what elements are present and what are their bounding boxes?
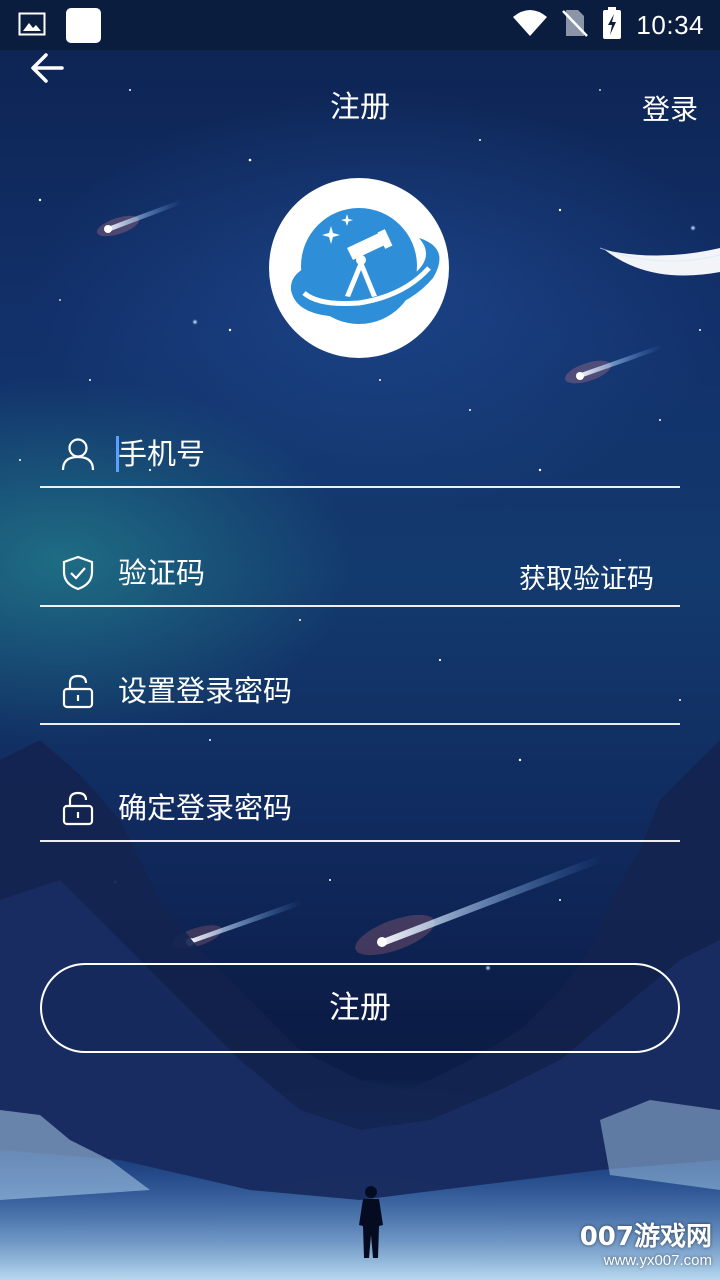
get-code-button[interactable]: 获取验证码 [519, 557, 654, 596]
wifi-icon [512, 9, 548, 41]
no-sim-icon [562, 8, 589, 42]
watermark: 007游戏网 www.yx007.com [580, 1222, 712, 1270]
battery-charging-icon [602, 7, 622, 43]
confirm-password-field[interactable] [40, 772, 680, 842]
password-input[interactable] [118, 665, 538, 717]
watermark-brand: 007游戏网 [579, 1222, 712, 1252]
watermark-url: www.yx007.com [603, 1252, 712, 1269]
page-title: 注册 [330, 90, 390, 125]
lock-icon [60, 673, 96, 709]
verification-code-field[interactable]: 获取验证码 [40, 537, 680, 607]
app-logo [269, 178, 449, 358]
clock: 10:34 [636, 9, 704, 40]
login-link[interactable]: 登录 [642, 88, 698, 128]
password-field[interactable] [40, 655, 680, 725]
register-button[interactable]: 注册 [40, 963, 680, 1053]
app-notification-icon [66, 8, 101, 43]
lock-icon [60, 790, 96, 826]
status-bar: 10:34 [0, 0, 720, 50]
phone-input[interactable] [118, 428, 538, 480]
telescope-planet-icon [290, 208, 440, 324]
shield-check-icon [60, 555, 96, 591]
confirm-password-input[interactable] [118, 782, 538, 834]
moon [599, 247, 720, 276]
user-icon [60, 436, 96, 472]
verification-code-input[interactable] [118, 547, 538, 599]
phone-field[interactable] [40, 418, 680, 488]
image-icon [18, 12, 46, 40]
